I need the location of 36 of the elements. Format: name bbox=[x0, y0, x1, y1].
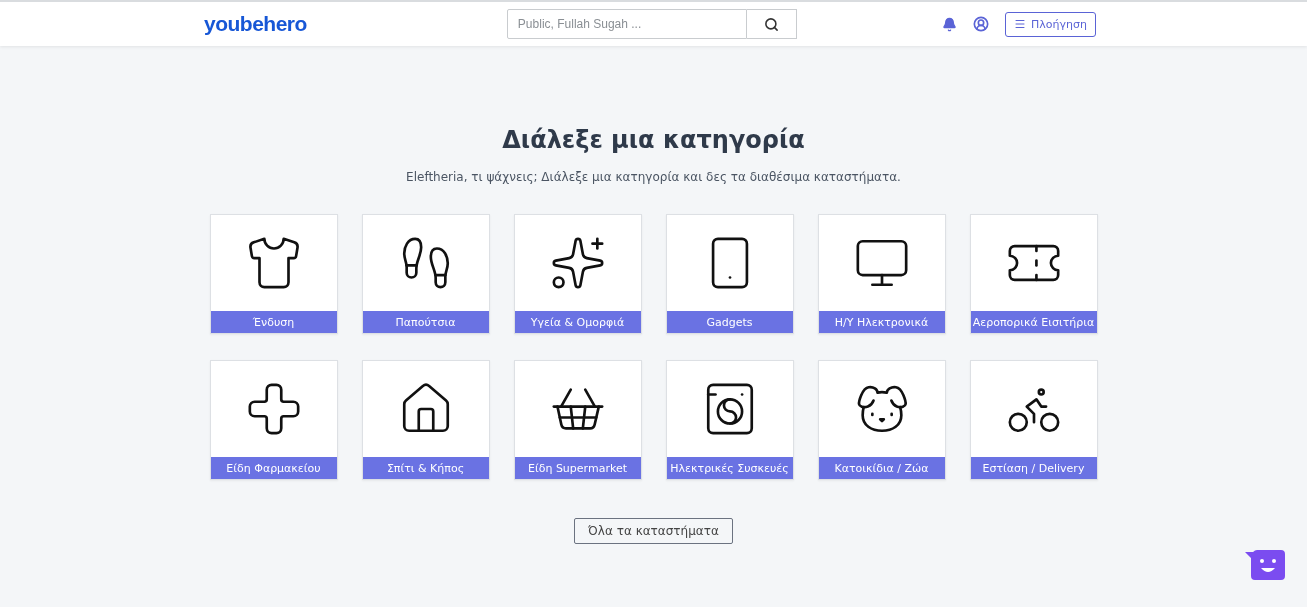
category-card[interactable]: Είδη Supermarket bbox=[513, 360, 642, 480]
category-card[interactable]: Εστίαση / Delivery bbox=[969, 360, 1098, 480]
all-stores-button[interactable]: Όλα τα καταστήματα bbox=[574, 518, 733, 544]
logo[interactable]: youbehero bbox=[204, 12, 307, 36]
category-label: Η/Υ Ηλεκτρονικά bbox=[818, 311, 945, 333]
user-icon[interactable] bbox=[973, 16, 990, 32]
category-card[interactable]: Αεροπορικά Εισιτήρια bbox=[969, 214, 1098, 334]
category-card[interactable]: Ηλεκτρικές Συσκευές bbox=[665, 360, 794, 480]
bell-icon[interactable] bbox=[942, 16, 958, 32]
category-label: Κατοικίδια / Ζώα bbox=[818, 457, 945, 479]
category-card[interactable]: Υγεία & Ομορφιά bbox=[513, 214, 642, 334]
category-card[interactable]: Η/Υ Ηλεκτρονικά bbox=[817, 214, 946, 334]
category-label: Ένδυση bbox=[210, 311, 337, 333]
search-field[interactable]: Public, Fullah Sugah ... bbox=[506, 9, 747, 39]
category-label: Αεροπορικά Εισιτήρια bbox=[970, 311, 1097, 333]
category-card[interactable]: Gadgets bbox=[665, 214, 794, 334]
category-label: Gadgets bbox=[666, 311, 793, 333]
page-title: Διάλεξε μια κατηγορία bbox=[502, 126, 805, 154]
subtitle: Eleftheria, τι ψάχνεις; Διάλεξε μια κατηγορία και δες τα διαθέσιμα καταστήματα. bbox=[406, 170, 901, 184]
category-card[interactable]: Παπούτσια bbox=[361, 214, 490, 334]
category-label: Υγεία & Ομορφιά bbox=[514, 311, 641, 333]
chat-bot-icon[interactable] bbox=[1245, 550, 1285, 582]
search-icon bbox=[763, 16, 779, 32]
category-label: Σπίτι & Κήπος bbox=[362, 457, 489, 479]
menu-icon bbox=[1014, 18, 1027, 30]
category-card[interactable]: Είδη Φαρμακείου bbox=[209, 360, 338, 480]
category-card[interactable]: Σπίτι & Κήπος bbox=[361, 360, 490, 480]
category-label: Παπούτσια bbox=[362, 311, 489, 333]
category-label: Είδη Supermarket bbox=[514, 457, 641, 479]
category-label: Εστίαση / Delivery bbox=[970, 457, 1097, 479]
search-button[interactable] bbox=[746, 9, 797, 39]
navigation-button[interactable]: Πλοήγηση bbox=[1005, 11, 1096, 37]
category-label: Είδη Φαρμακείου bbox=[210, 457, 337, 479]
category-card[interactable]: Ένδυση bbox=[209, 214, 338, 334]
category-card[interactable]: Κατοικίδια / Ζώα bbox=[817, 360, 946, 480]
category-label: Ηλεκτρικές Συσκευές bbox=[666, 457, 793, 479]
